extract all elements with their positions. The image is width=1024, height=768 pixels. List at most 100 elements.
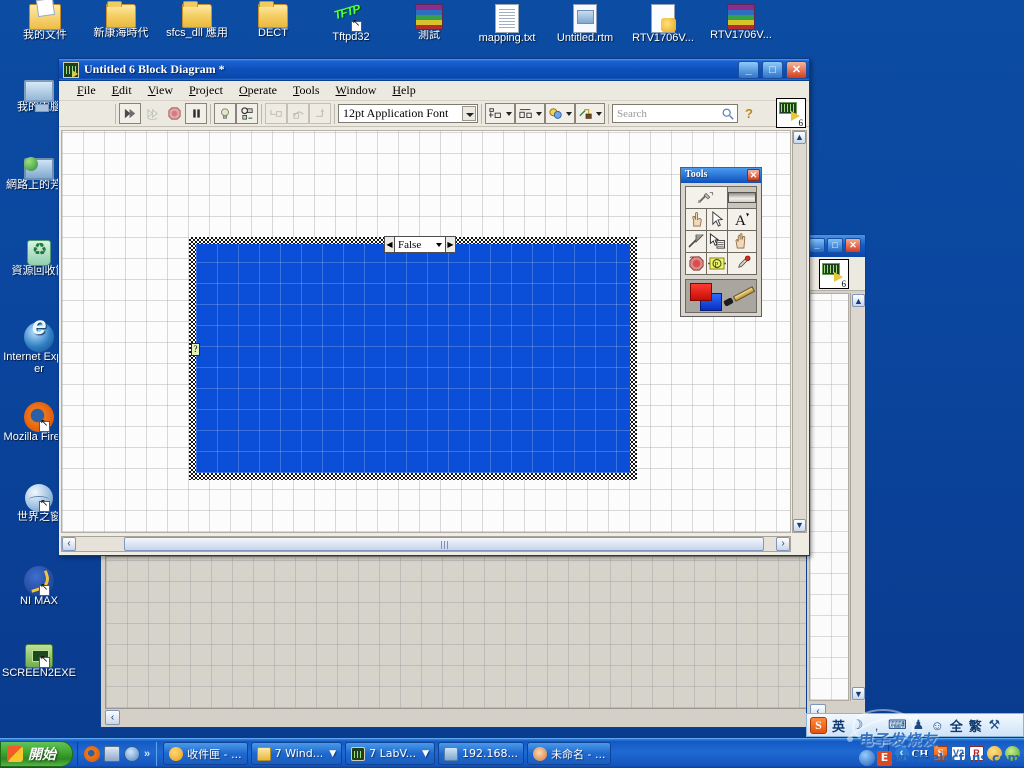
start-button[interactable]: 開始 <box>0 740 73 767</box>
run-continuously-icon[interactable] <box>141 103 163 124</box>
background-labview-window-right[interactable]: _ □ ✕ 6 ▲ ▼ ‹ <box>806 234 866 724</box>
quick-launch-overflow-icon[interactable]: » <box>144 748 150 760</box>
tools-palette[interactable]: Tools ✕ A P <box>680 167 762 317</box>
desktop-icon[interactable]: sfcs_dll 應用 <box>160 1 234 40</box>
soft-keyboard-icon[interactable]: ⌨ <box>888 717 907 733</box>
tray-overflow-icon[interactable]: ‹ <box>894 746 909 761</box>
window-titlebar[interactable]: Untitled 6 Block Diagram * _ □ ✕ <box>59 59 809 81</box>
case-next-arrow-icon[interactable]: ▶ <box>445 236 456 253</box>
ime-toolbar[interactable]: S 英 ☽ , ⌨ ♟ ☺ 全 繁 ⚒ <box>806 713 1024 737</box>
desktop-icon[interactable]: DECT <box>236 1 310 40</box>
align-objects-button[interactable] <box>485 103 515 124</box>
r-tray-icon[interactable]: R <box>969 746 984 761</box>
background-window-canvas[interactable] <box>105 556 831 709</box>
background-right-vertical-scrollbar[interactable]: ▲ ▼ <box>850 293 865 701</box>
foreground-color-swatch[interactable] <box>690 283 712 301</box>
case-selector-label[interactable]: ◀ False ▶ <box>384 236 456 253</box>
chevron-down-icon[interactable] <box>506 111 512 116</box>
taskbar-button[interactable]: 7 Wind... ▼ <box>250 742 343 765</box>
case-selector-terminal[interactable]: ? <box>191 343 200 356</box>
chevron-down-icon[interactable] <box>536 111 542 116</box>
emoji-icon[interactable]: ☺ <box>930 718 945 733</box>
update-tray-icon[interactable] <box>1005 746 1020 761</box>
menu-item-project[interactable]: Project <box>181 82 231 99</box>
abort-execution-icon[interactable] <box>163 103 185 124</box>
color-tool-area[interactable] <box>685 279 757 313</box>
menu-item-file[interactable]: File <box>69 82 104 99</box>
scroll-right-arrow-icon[interactable]: › <box>776 537 790 551</box>
scroll-down-arrow-icon[interactable]: ▼ <box>793 519 806 532</box>
object-shortcut-menu-tool[interactable] <box>707 231 727 252</box>
toolbar[interactable]: 12pt Application Font Search ? 6 <box>59 98 809 128</box>
minimize-button[interactable]: _ <box>738 61 759 79</box>
quick-launch-save[interactable] <box>104 745 120 762</box>
scroll-down-arrow-icon[interactable]: ▼ <box>852 687 865 700</box>
toolbox-icon[interactable]: ⚒ <box>987 717 1002 733</box>
distribute-objects-button[interactable] <box>515 103 545 124</box>
night-mode-icon[interactable]: ☽ <box>850 717 865 733</box>
taskbar-button[interactable]: 收件匣 - ... <box>163 742 248 765</box>
punctuation-icon[interactable]: , <box>869 718 884 733</box>
step-into-icon[interactable] <box>265 103 287 124</box>
background-right-close-button[interactable]: ✕ <box>845 238 861 253</box>
background-window-scroll-left-arrow-icon[interactable]: ‹ <box>105 710 120 725</box>
automatic-tool-selection-button[interactable] <box>686 187 727 208</box>
taskbar[interactable]: 開始 » 收件匣 - ... 7 Wind... ▼ 7 LabV... ▼ 192.16… <box>0 738 1024 768</box>
tools-grid[interactable]: A P <box>685 186 757 275</box>
step-out-icon[interactable] <box>309 103 331 124</box>
diagram-horizontal-scrollbar[interactable]: ‹ › <box>61 536 791 552</box>
tools-palette-titlebar[interactable]: Tools ✕ <box>681 168 761 183</box>
desktop[interactable]: 我的文件 新康海時代 sfcs_dll 應用 DECT Tftpd32 測試 mapping… <box>0 0 1024 768</box>
menu-item-edit[interactable]: Edit <box>104 82 140 99</box>
vi-icon-badge[interactable]: 6 <box>776 98 806 128</box>
scroll-left-arrow-icon[interactable]: ‹ <box>62 537 76 551</box>
quick-launch-firefox[interactable] <box>84 745 100 762</box>
toolbar-run-group[interactable] <box>119 103 207 124</box>
background-right-titlebar[interactable]: _ □ ✕ <box>807 235 865 257</box>
chevron-down-icon[interactable] <box>436 242 442 247</box>
reorder-objects-button[interactable] <box>545 103 575 124</box>
edit-text-tool[interactable]: A <box>728 209 756 230</box>
menu-item-view[interactable]: View <box>140 82 181 99</box>
group-chevron-down-icon[interactable]: ▼ <box>422 749 429 759</box>
traditional-chinese-icon[interactable]: 繁 <box>968 716 983 735</box>
background-right-canvas[interactable] <box>809 293 849 701</box>
case-previous-arrow-icon[interactable]: ◀ <box>384 236 395 253</box>
task-list[interactable]: 收件匣 - ... 7 Wind... ▼ 7 LabV... ▼ 192.168... 未… <box>157 742 887 765</box>
close-button[interactable]: ✕ <box>786 61 807 79</box>
position-size-select-tool[interactable] <box>707 209 727 230</box>
step-over-icon[interactable] <box>287 103 309 124</box>
operate-value-tool[interactable] <box>686 209 706 230</box>
background-right-minimize-button[interactable]: _ <box>809 238 825 253</box>
case-structure-interior[interactable] <box>196 244 630 473</box>
taskbar-button[interactable]: 7 LabV... ▼ <box>345 742 436 765</box>
group-chevron-down-icon[interactable]: ▼ <box>329 749 336 759</box>
background-front-panel-window[interactable]: ▲ ▼ ‹ <box>100 548 848 728</box>
scroll-window-tool[interactable] <box>728 231 756 252</box>
input-mode-english[interactable]: 英 <box>831 716 846 735</box>
pause-icon[interactable] <box>185 103 207 124</box>
menu-item-help[interactable]: Help <box>384 82 423 99</box>
sogou-ime-tray-icon[interactable]: S <box>933 746 948 761</box>
taskbar-button[interactable]: 192.168... <box>438 742 524 765</box>
menu-item-tools[interactable]: Tools <box>285 82 328 99</box>
menu-item-operate[interactable]: Operate <box>231 82 285 99</box>
desktop-icon[interactable]: mapping.txt <box>470 4 544 45</box>
desktop-icon[interactable]: 我的文件 <box>8 4 82 42</box>
case-selector-value-wrap[interactable]: False <box>395 236 445 253</box>
set-clear-breakpoint-tool[interactable] <box>686 253 706 274</box>
get-color-tool[interactable] <box>728 253 756 274</box>
sogou-logo-icon[interactable]: S <box>810 716 827 734</box>
toolbar-step-group[interactable] <box>265 103 331 124</box>
user-icon[interactable]: ♟ <box>911 717 926 733</box>
quick-launch-bar[interactable]: » <box>77 741 158 766</box>
toolbar-debug-group[interactable] <box>214 103 258 124</box>
paintbrush-icon[interactable] <box>723 288 751 306</box>
desktop-icon[interactable]: NI MAX <box>2 566 76 608</box>
retain-wire-values-icon[interactable] <box>236 103 258 124</box>
vi-icon-badge[interactable]: 6 <box>819 259 849 289</box>
probe-data-tool[interactable]: P <box>707 253 727 274</box>
background-right-maximize-button[interactable]: □ <box>827 238 843 253</box>
full-width-icon[interactable]: 全 <box>949 716 964 735</box>
font-selector[interactable]: 12pt Application Font <box>338 104 478 123</box>
